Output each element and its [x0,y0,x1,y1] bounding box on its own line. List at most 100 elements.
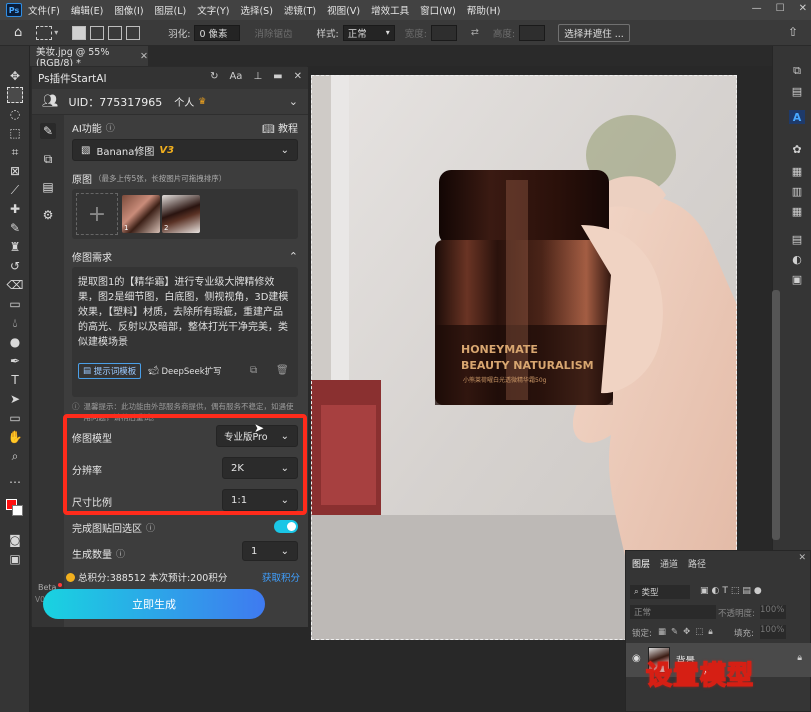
pin-icon[interactable]: ⊥ [253,71,262,82]
object-select-tool-icon[interactable]: ⬚ [7,125,23,141]
gradient-tool-icon[interactable]: ▭ [7,296,23,312]
lasso-tool-icon[interactable]: ◌ [7,106,23,122]
document-tab[interactable]: 美妆.jpg @ 55%(RGB/8) * ✕ [30,46,148,69]
feather-input[interactable]: 0 像素 [194,24,241,41]
height-input[interactable] [519,24,546,41]
menu-image[interactable]: 图像(I) [114,3,143,17]
brush-tool-icon[interactable]: ✎ [7,220,23,236]
panel-icon[interactable]: ▤ [789,84,805,98]
style-select[interactable]: 正常 ▾ [342,24,395,41]
settings-gear-icon[interactable]: ⚙ [40,207,56,223]
tab-paths[interactable]: 路径 [688,557,706,570]
blur-tool-icon[interactable]: 💧︎ [7,315,23,331]
crop-tool-icon[interactable]: ⌗ [7,144,23,160]
chevron-up-icon[interactable]: ⌃ [289,250,298,263]
menu-view[interactable]: 视图(V) [327,3,360,17]
eye-icon[interactable]: ◉ [632,653,641,664]
menu-select[interactable]: 选择(S) [240,3,272,17]
close-tab-icon[interactable]: ✕ [140,51,148,62]
properties-icon[interactable]: ▤ [789,232,805,246]
startai-plugin-icon[interactable]: A [789,110,805,124]
font-size-icon[interactable]: Aa [229,71,242,82]
ai-function-select[interactable]: ▧ Banana修图 V3 ⌄ [72,139,298,161]
add-image-button[interactable]: + [76,193,118,235]
minimize-icon[interactable]: ▬ [273,71,282,82]
info-icon[interactable]: ⓘ [146,521,155,534]
info-icon[interactable]: ⓘ [116,547,125,560]
swatches-icon[interactable]: ▦ [789,164,805,178]
tab-layers[interactable]: 图层 [632,557,650,570]
menu-file[interactable]: 文件(F) [28,3,60,17]
edit-icon[interactable]: ✎ [40,123,56,139]
frame-tool-icon[interactable]: ⊠ [7,163,23,179]
prompt-textarea[interactable]: 提取图1的【精华霜】进行专业级大牌精修效果，图2是细节图，白底图，侧视视角，3D… [72,267,298,397]
tutorial-link[interactable]: 📖︎ 教程 [262,120,298,135]
patterns-icon[interactable]: ▦ [789,204,805,218]
opacity-value[interactable]: 100% [760,605,786,619]
image-thumbnail[interactable]: 1 [122,195,160,233]
layer-kind-filter[interactable]: ⌕ 类型 [630,585,690,599]
adjustments-icon[interactable]: ◐ [789,252,805,266]
add-selection-icon[interactable] [90,25,105,40]
menu-help[interactable]: 帮助(H) [467,3,501,17]
get-points-link[interactable]: 获取积分 [262,570,300,584]
close-icon[interactable]: ✕ [294,71,302,82]
move-tool-icon[interactable]: ✥ [7,68,23,84]
history-brush-tool-icon[interactable]: ↺ [7,258,23,274]
trash-icon[interactable]: 🗑︎ [276,365,289,376]
intersect-selection-icon[interactable] [126,25,141,40]
menu-type[interactable]: 文字(Y) [197,3,229,17]
generate-button[interactable]: 立即生成 [43,589,265,619]
menu-window[interactable]: 窗口(W) [420,3,456,17]
lock-icons[interactable]: ▦✎✥⬚🔒︎ [658,627,718,637]
scrollbar[interactable] [772,290,780,540]
antialias-checkbox[interactable]: 消除锯齿 [254,26,292,40]
eyedropper-tool-icon[interactable]: ⟋ [7,182,23,198]
image-thumbnail[interactable]: 2 [162,195,200,233]
libraries-icon[interactable]: ▣ [789,272,805,286]
layers-icon[interactable]: ⧉ [40,151,56,167]
history-icon[interactable]: ⧉ [250,365,257,376]
menu-layer[interactable]: 图层(L) [155,3,187,17]
document-icon[interactable]: ▤ [40,179,56,195]
new-selection-icon[interactable] [72,25,87,40]
blend-mode-select[interactable]: 正常 [630,605,716,619]
paste-toggle[interactable] [274,520,298,533]
menu-filter[interactable]: 滤镜(T) [284,3,316,17]
prompt-template-button[interactable]: ▤ 提示词模板 [78,363,142,379]
type-tool-icon[interactable]: T [7,372,23,388]
eraser-tool-icon[interactable]: ⌫ [7,277,24,293]
share-icon[interactable]: ⇧ [788,25,798,39]
rect-marquee-tool-icon[interactable] [7,87,23,103]
gradients-icon[interactable]: ▥ [789,184,805,198]
info-icon[interactable]: ⓘ [106,121,115,134]
layer-filter-icons[interactable]: ▣◐T⬚▤● [700,586,765,596]
tab-channels[interactable]: 通道 [660,557,678,570]
select-and-mask-button[interactable]: 选择并遮住 ... [558,24,630,42]
dodge-tool-icon[interactable]: ● [7,334,23,350]
chevron-down-icon[interactable]: ⌄ [289,95,298,108]
close-icon[interactable]: ✕ [799,3,807,14]
healing-tool-icon[interactable]: ✚ [7,201,23,217]
home-icon[interactable]: ⌂ [14,25,22,40]
menu-plugins[interactable]: 增效工具 [371,3,409,17]
zoom-tool-icon[interactable]: ⌕ [7,448,23,464]
fill-value[interactable]: 100% [760,625,786,639]
marquee-tool-icon[interactable] [36,25,53,40]
screen-mode-icon[interactable]: ▣ [7,551,23,567]
width-input[interactable] [430,24,457,41]
color-icon[interactable]: ✿ [789,142,805,156]
count-select[interactable]: 1 ⌄ [242,541,298,561]
refresh-icon[interactable]: ↻ [210,71,218,82]
more-tools-icon[interactable]: ⋯ [7,474,23,490]
path-select-tool-icon[interactable]: ➤ [7,391,23,407]
tool-preset-chevron-icon[interactable]: ▾ [54,28,58,37]
deepseek-button[interactable]: 🐋︎ DeepSeek扩写 [148,363,222,379]
panel-icon[interactable]: ⧉ [789,64,805,78]
hand-tool-icon[interactable]: ✋ [7,429,23,445]
subtract-selection-icon[interactable] [108,25,123,40]
shape-tool-icon[interactable]: ▭ [7,410,23,426]
minimize-icon[interactable]: — [752,3,762,14]
pen-tool-icon[interactable]: ✒ [7,353,23,369]
swap-icon[interactable]: ⇄ [471,27,479,38]
